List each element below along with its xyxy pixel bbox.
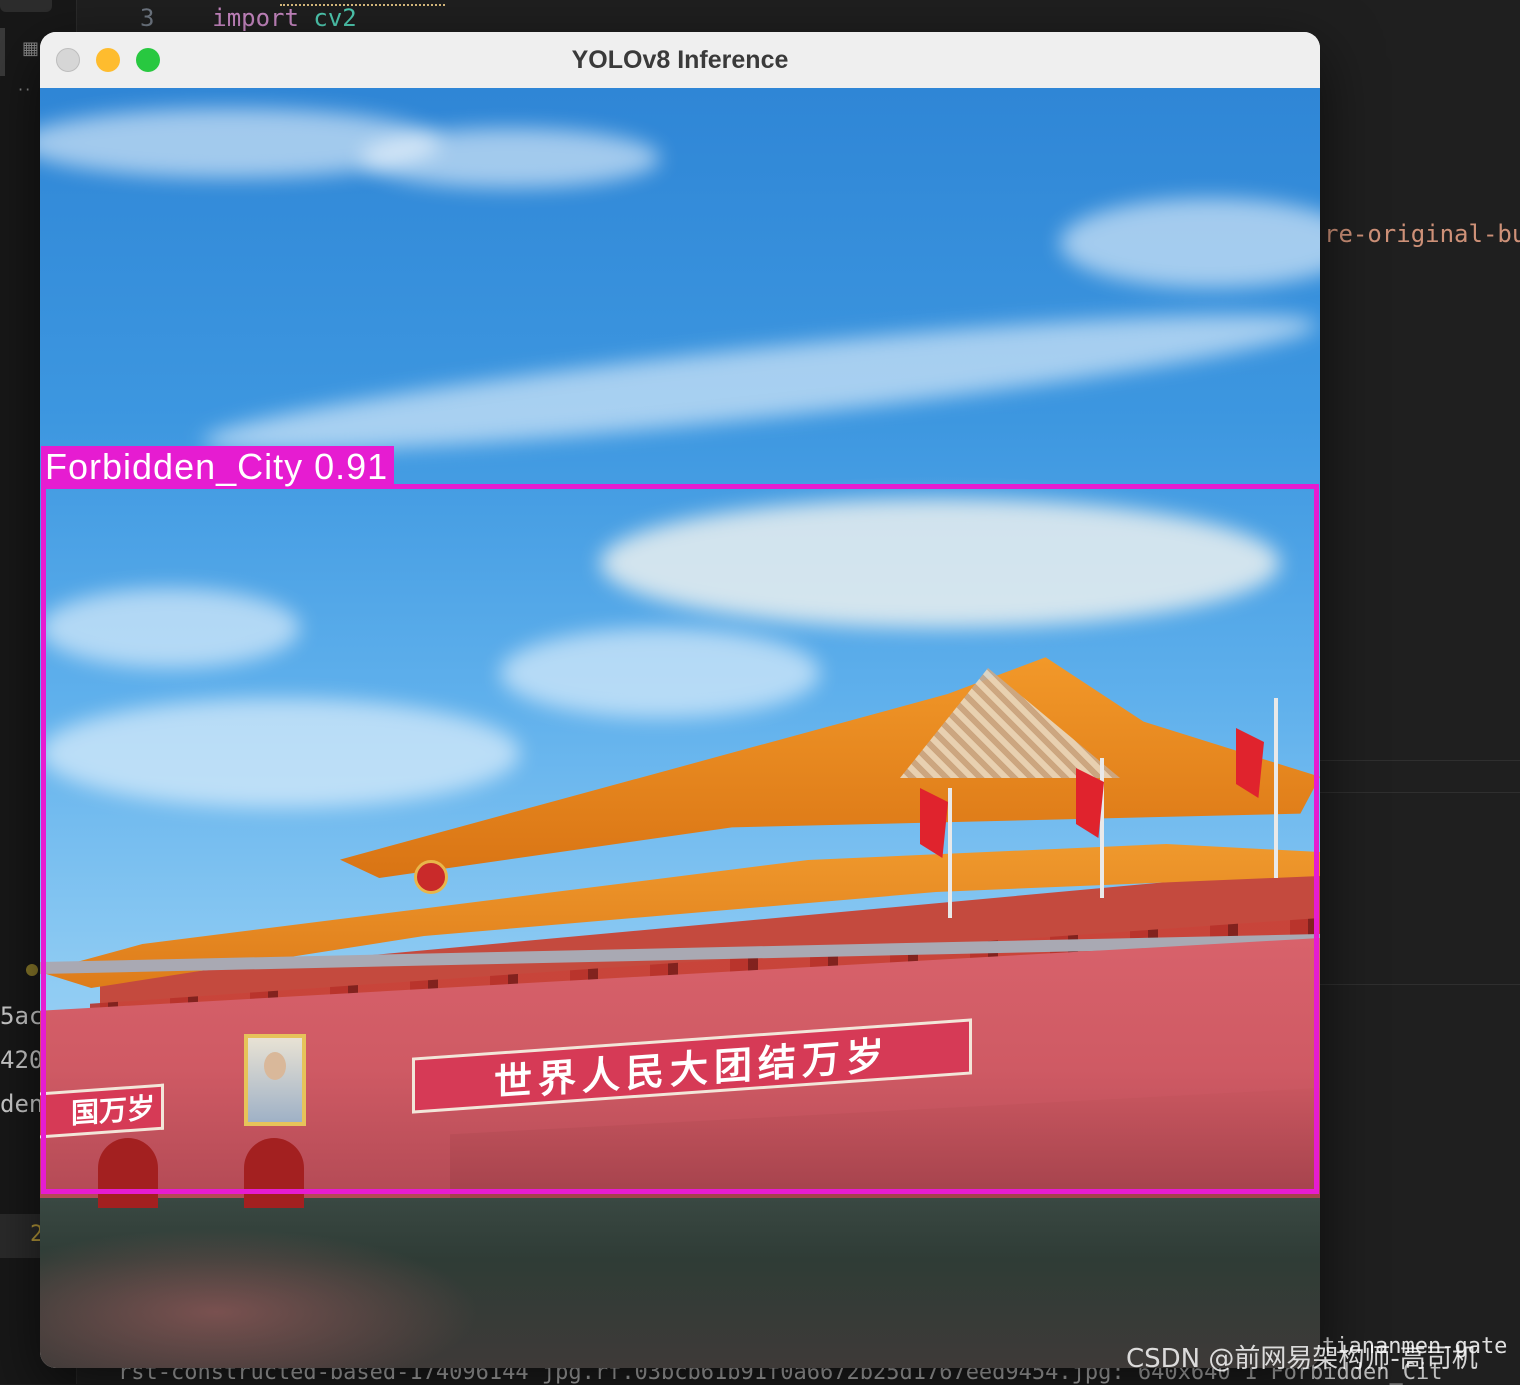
detection-label: Forbidden_City 0.91 [41, 446, 395, 487]
code-module: cv2 [313, 4, 357, 32]
more-icon[interactable]: ·· [18, 80, 32, 99]
cloud [360, 128, 660, 188]
csdn-watermark: CSDN @前网易架构师-高司机 [1126, 1344, 1478, 1374]
left-fragment-2: 420 [0, 1046, 44, 1074]
detection-bounding-box [41, 484, 1319, 1194]
inference-image: 世界人民大团结万岁 国万岁 Forbidden_City 0.91 [40, 88, 1320, 1368]
modified-dot-icon [26, 964, 38, 976]
rail-tab[interactable] [0, 0, 52, 12]
code-line-3[interactable]: 3 import cv2 [140, 4, 357, 32]
rail-active-marker [0, 28, 5, 76]
right-code-fragment: re-original-bu [1324, 220, 1520, 248]
inference-window[interactable]: YOLOv8 Inference 世界人民大团结万岁 国万岁 Forbidden… [40, 32, 1320, 1368]
panel-divider [1320, 760, 1520, 761]
panel-divider [1320, 984, 1520, 985]
flower-bed [40, 1228, 480, 1368]
code-keyword: import [212, 4, 299, 32]
window-title: YOLOv8 Inference [571, 46, 789, 74]
window-titlebar[interactable]: YOLOv8 Inference [40, 32, 1320, 89]
panel-divider [1320, 792, 1520, 793]
line-number: 3 [140, 4, 155, 32]
left-fragment-1: 5ac [0, 1002, 44, 1030]
